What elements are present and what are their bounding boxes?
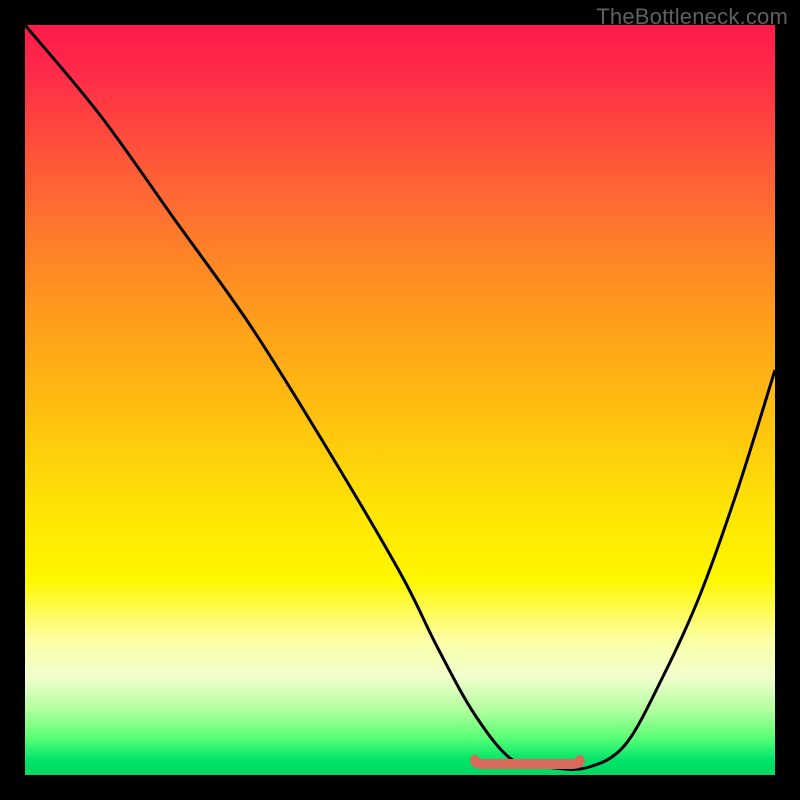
- flat-segment: [475, 760, 580, 764]
- chart-container: TheBottleneck.com: [0, 0, 800, 800]
- plot-area: [25, 25, 775, 775]
- watermark-text: TheBottleneck.com: [596, 4, 788, 30]
- chart-svg: [25, 25, 775, 775]
- main-curve: [25, 25, 775, 769]
